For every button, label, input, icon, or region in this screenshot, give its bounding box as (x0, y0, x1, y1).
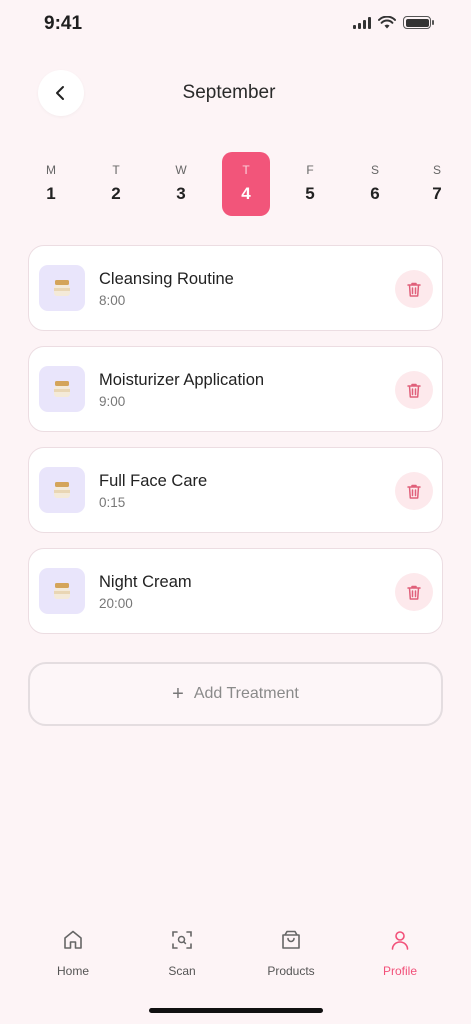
treatment-list: Cleansing Routine 8:00 Moisturizer Appli… (28, 245, 443, 649)
day-of-week: W (175, 163, 187, 177)
treatment-card[interactable]: Night Cream 20:00 (28, 548, 443, 634)
day-number: 4 (241, 184, 251, 203)
status-icons (353, 16, 434, 29)
plus-icon: + (172, 683, 184, 705)
treatment-card[interactable]: Moisturizer Application 9:00 (28, 346, 443, 432)
tab-label: Home (56, 964, 89, 978)
day-cell[interactable]: M 1 (28, 152, 74, 216)
tab-home[interactable]: Home (28, 928, 118, 978)
day-number: 1 (46, 184, 56, 203)
tab-label: Scan (168, 964, 196, 978)
cream-jar-icon (54, 482, 70, 498)
scan-icon (172, 931, 192, 949)
day-cell[interactable]: S 6 (352, 152, 398, 216)
trash-icon (407, 383, 421, 398)
day-number: 3 (176, 184, 186, 203)
product-thumbnail (39, 467, 85, 513)
treatment-title: Moisturizer Application (99, 371, 265, 389)
treatment-time: 8:00 (99, 293, 126, 308)
product-thumbnail (39, 265, 85, 311)
delete-button[interactable] (395, 573, 433, 611)
day-number: 7 (432, 184, 442, 203)
add-treatment-label: Add Treatment (193, 685, 299, 702)
day-cell[interactable]: S 7 (417, 152, 457, 216)
day-of-week: S (370, 163, 379, 177)
tab-scan[interactable]: Scan (137, 928, 227, 978)
tab-profile[interactable]: Profile (355, 928, 445, 978)
home-indicator (149, 1008, 323, 1013)
trash-icon (407, 585, 421, 600)
home-icon (64, 930, 82, 949)
cream-jar-icon (54, 583, 70, 599)
day-of-week: T (242, 163, 250, 177)
day-of-week: F (306, 163, 314, 177)
treatment-time: 9:00 (99, 394, 126, 409)
day-cell[interactable]: W 3 (158, 152, 204, 216)
treatment-card[interactable]: Cleansing Routine 8:00 (28, 245, 443, 331)
day-of-week: S (432, 163, 441, 177)
treatment-time: 20:00 (99, 596, 133, 611)
delete-button[interactable] (395, 270, 433, 308)
treatment-title: Cleansing Routine (99, 270, 234, 288)
day-of-week: M (46, 163, 56, 177)
day-cell[interactable]: F 5 (287, 152, 333, 216)
tab-label: Profile (382, 964, 417, 978)
battery-icon (403, 16, 434, 29)
cream-jar-icon (54, 381, 70, 397)
day-cell[interactable]: T 2 (93, 152, 139, 216)
treatment-title: Full Face Care (99, 472, 208, 490)
tab-label: Products (267, 964, 315, 978)
treatment-card[interactable]: Full Face Care 0:15 (28, 447, 443, 533)
day-of-week: T (112, 163, 120, 177)
day-cell-selected[interactable]: T 4 (222, 152, 270, 216)
user-icon (391, 931, 409, 950)
day-number: 2 (111, 184, 121, 203)
delete-button[interactable] (395, 472, 433, 510)
week-strip: M 1 T 2 W 3 T 4 F 5 S 6 S 7 (28, 152, 458, 216)
day-number: 5 (305, 184, 315, 203)
tab-bar: Home Scan Products Profile (0, 920, 471, 990)
add-treatment-button[interactable]: + Add Treatment (28, 662, 443, 726)
day-number: 6 (370, 184, 380, 203)
status-bar: 9:41 (0, 0, 471, 50)
signal-icon (353, 16, 371, 29)
cream-jar-icon (54, 280, 70, 296)
trash-icon (407, 484, 421, 499)
product-thumbnail (39, 366, 85, 412)
delete-button[interactable] (395, 371, 433, 409)
product-thumbnail (39, 568, 85, 614)
shopping-bag-icon (282, 930, 300, 949)
treatment-time: 0:15 (99, 495, 126, 510)
status-time: 9:41 (44, 13, 83, 34)
treatment-title: Night Cream (99, 573, 192, 591)
trash-icon (407, 282, 421, 297)
wifi-icon (378, 16, 396, 29)
schedule-screen: 9:41 September M 1 T 2 W 3 T 4 F 5 S 6 S… (0, 0, 471, 1024)
month-title: September (182, 82, 276, 103)
tab-products[interactable]: Products (246, 928, 336, 978)
